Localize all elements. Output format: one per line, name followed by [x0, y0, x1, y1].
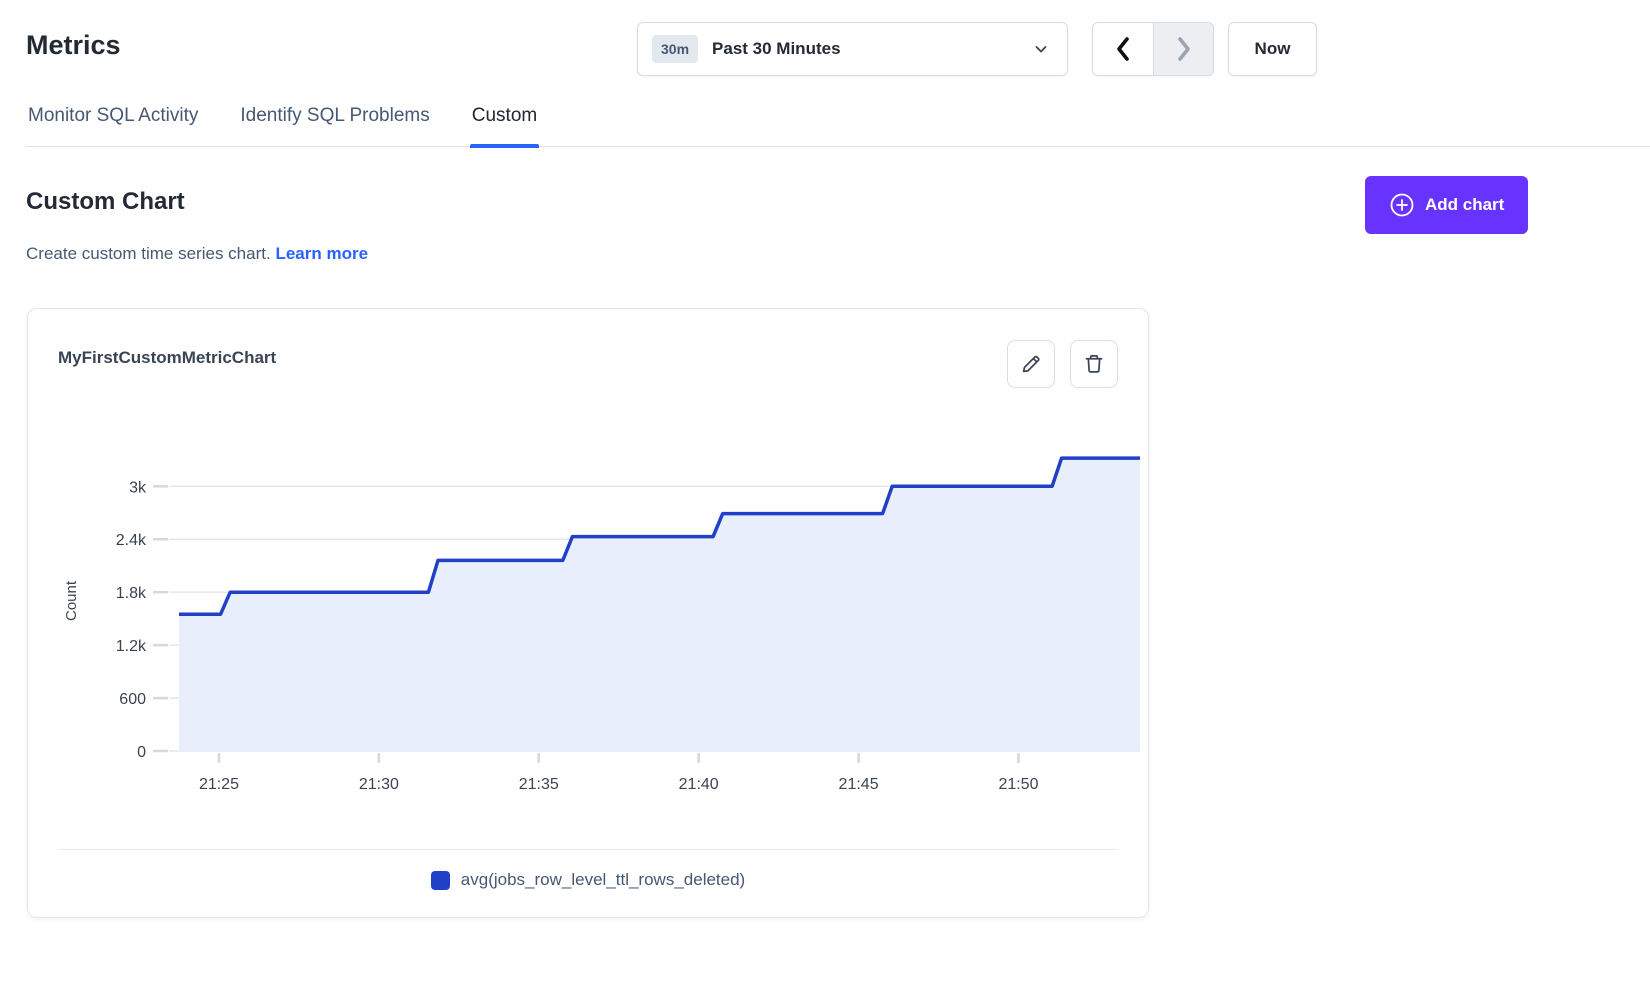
section-title: Custom Chart	[26, 188, 185, 216]
svg-text:21:35: 21:35	[519, 776, 559, 793]
tab-bar: Monitor SQL Activity Identify SQL Proble…	[26, 102, 1650, 147]
chart-actions	[1007, 340, 1118, 388]
svg-text:21:30: 21:30	[359, 776, 399, 793]
chevron-right-icon	[1174, 36, 1194, 62]
chevron-left-icon	[1113, 36, 1133, 62]
tab-custom[interactable]: Custom	[470, 102, 539, 146]
previous-time-button[interactable]	[1093, 23, 1153, 75]
time-range-badge: 30m	[652, 35, 698, 63]
section-subtitle-text: Create custom time series chart.	[26, 244, 271, 263]
tab-monitor-sql-activity[interactable]: Monitor SQL Activity	[26, 102, 200, 146]
legend-divider	[58, 849, 1118, 850]
time-nav-group	[1092, 22, 1214, 76]
add-chart-button[interactable]: Add chart	[1365, 176, 1528, 234]
edit-chart-button[interactable]	[1007, 340, 1055, 388]
chevron-down-icon	[1033, 41, 1049, 57]
chart-legend: avg(jobs_row_level_ttl_rows_deleted)	[28, 870, 1148, 890]
add-chart-label: Add chart	[1425, 195, 1504, 215]
metrics-page: Metrics 30m Past 30 Minutes Now Monit	[0, 0, 1650, 982]
svg-text:1.2k: 1.2k	[116, 638, 147, 655]
delete-chart-button[interactable]	[1070, 340, 1118, 388]
legend-label: avg(jobs_row_level_ttl_rows_deleted)	[461, 870, 745, 890]
svg-text:3k: 3k	[129, 479, 147, 496]
legend-swatch	[431, 871, 450, 890]
pencil-icon	[1020, 353, 1042, 375]
svg-text:21:45: 21:45	[839, 776, 879, 793]
time-range-label: Past 30 Minutes	[712, 39, 1033, 59]
svg-text:21:50: 21:50	[998, 776, 1038, 793]
learn-more-link[interactable]: Learn more	[275, 244, 368, 263]
custom-chart-card: MyFirstCustomMetricChart 0 600 1.2k 1.8k 2.4…	[27, 308, 1149, 918]
svg-text:21:40: 21:40	[679, 776, 719, 793]
custom-chart-svg[interactable]: 0 600 1.2k 1.8k 2.4k 3k 21:25 21:30 21:35 21:40 21…	[62, 431, 1147, 803]
chart-title: MyFirstCustomMetricChart	[58, 348, 276, 368]
next-time-button	[1153, 23, 1213, 75]
svg-text:2.4k: 2.4k	[116, 532, 147, 549]
now-button[interactable]: Now	[1228, 22, 1317, 76]
page-title: Metrics	[26, 30, 121, 61]
svg-text:21:25: 21:25	[199, 776, 239, 793]
tab-identify-sql-problems[interactable]: Identify SQL Problems	[238, 102, 431, 146]
y-axis-label: Count	[63, 580, 80, 621]
section-subtitle: Create custom time series chart. Learn m…	[26, 244, 368, 264]
svg-text:600: 600	[119, 691, 146, 708]
plus-circle-icon	[1389, 192, 1415, 218]
time-range-dropdown[interactable]: 30m Past 30 Minutes	[637, 22, 1068, 76]
time-range-controls: 30m Past 30 Minutes Now	[637, 22, 1317, 76]
svg-text:1.8k: 1.8k	[116, 585, 147, 602]
svg-text:0: 0	[137, 744, 146, 761]
trash-icon	[1083, 353, 1105, 375]
